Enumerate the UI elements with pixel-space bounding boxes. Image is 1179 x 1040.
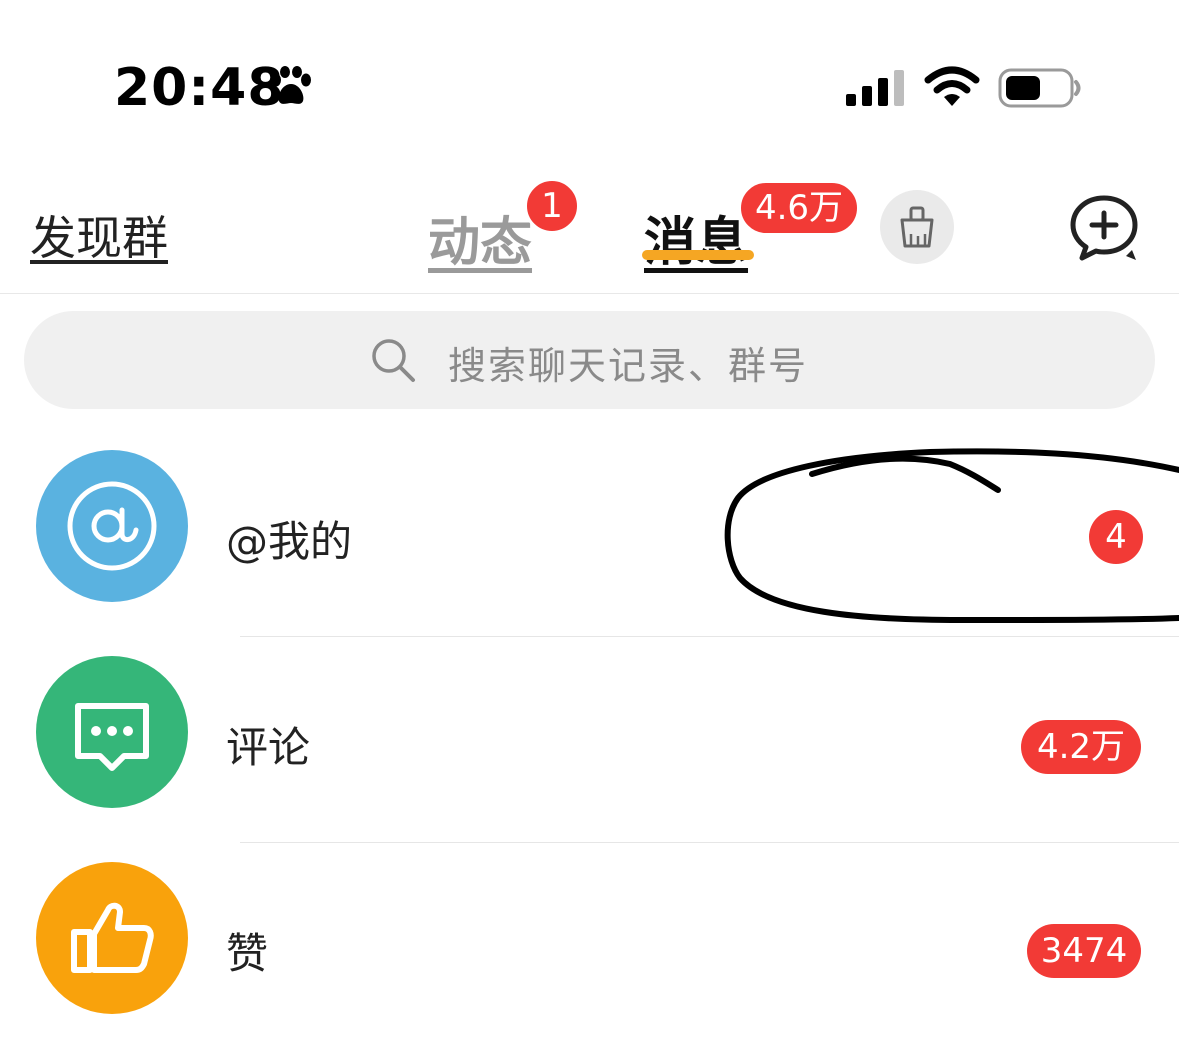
search-icon [372, 339, 415, 382]
item-label-comment: 评论 [226, 723, 311, 772]
at-icon [67, 481, 157, 571]
screen: 20:48 发现群 动态 消息 1 4.6万 搜索聊天记录、群号 @我的 4 评… [0, 0, 1179, 1040]
count-badge-comment: 4.2万 [1021, 720, 1141, 774]
list-item-comments[interactable]: 评论 4.2万 [0, 638, 1179, 844]
count-badge-at: 4 [1089, 510, 1143, 564]
divider [240, 636, 1179, 637]
tab-xiaoxi[interactable]: 消息 [644, 200, 748, 275]
item-label-at: @我的 [226, 517, 353, 566]
avatar-comment [36, 656, 188, 808]
search-placeholder: 搜索聊天记录、群号 [448, 344, 809, 388]
clean-button[interactable] [880, 190, 954, 264]
broom-icon [900, 206, 934, 248]
signal-icon [846, 70, 904, 106]
add-chat-icon[interactable] [1068, 194, 1140, 262]
active-tab-indicator [642, 250, 754, 260]
battery-icon [998, 68, 1081, 108]
item-label-like: 赞 [226, 929, 269, 978]
paw-icon [271, 66, 311, 104]
avatar-like [36, 862, 188, 1014]
list-item-at-me[interactable]: @我的 4 [0, 432, 1179, 638]
status-time: 20:48 [114, 58, 285, 118]
tab-dongtai[interactable]: 动态 [428, 200, 532, 275]
tab-xiaoxi-badge: 4.6万 [738, 180, 860, 236]
thumbs-up-icon [71, 902, 154, 973]
list-item-likes[interactable]: 赞 3474 [0, 844, 1179, 1040]
avatar-at [36, 450, 188, 602]
discover-groups-link[interactable]: 发现群 [30, 202, 168, 268]
count-badge-like: 3474 [1027, 924, 1141, 978]
search-bar[interactable]: 搜索聊天记录、群号 [24, 311, 1155, 409]
status-bar: 20:48 [0, 0, 1179, 150]
comment-icon [75, 703, 149, 771]
tab-dongtai-badge: 1 [524, 178, 580, 234]
wifi-icon [924, 66, 980, 106]
divider [240, 842, 1179, 843]
top-nav: 发现群 动态 消息 [0, 150, 1179, 294]
